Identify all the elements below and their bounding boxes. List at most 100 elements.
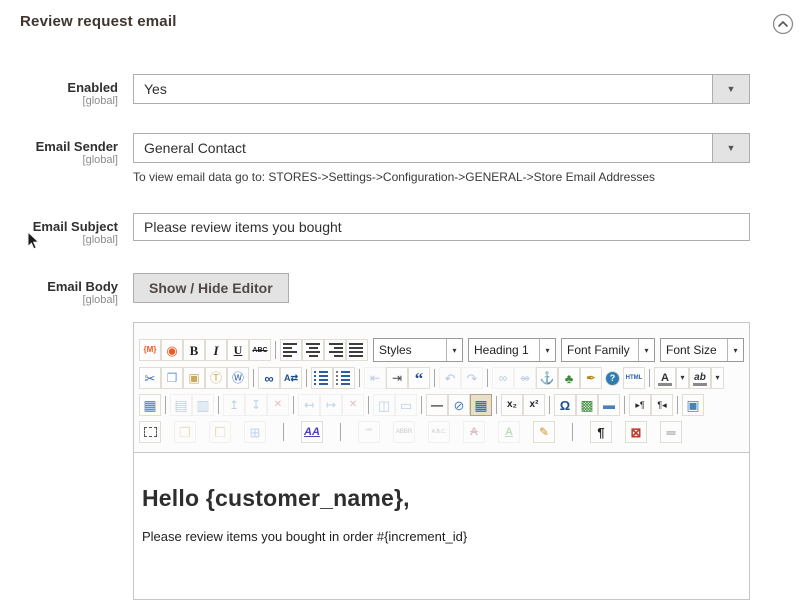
enabled-select[interactable]: Yes ▼: [133, 74, 750, 104]
background-color-button[interactable]: ab: [689, 367, 711, 389]
italic-button[interactable]: I: [205, 339, 227, 361]
toggle-blocks-button[interactable]: ▣: [682, 394, 704, 416]
toolbar-separator: [368, 396, 369, 414]
html-source-button[interactable]: HTML: [623, 367, 645, 389]
collapse-section-button[interactable]: [772, 13, 794, 35]
enabled-select-arrow-icon[interactable]: ▼: [712, 75, 749, 103]
table-cell-props-button: ▥: [192, 394, 214, 416]
toolbar-separator: [275, 341, 276, 359]
insert-image-button[interactable]: ♣: [558, 367, 580, 389]
heading-select-arrow-icon[interactable]: ▾: [539, 339, 555, 361]
numbered-list-button[interactable]: [333, 367, 355, 389]
styles-select[interactable]: Styles▾: [373, 338, 463, 362]
field-row-email-sender: Email Sender [global] General Contact ▼ …: [0, 133, 804, 184]
insert-row-before-button: ↥: [223, 394, 245, 416]
font-family-select[interactable]: Font Family▾: [561, 338, 655, 362]
nonbreaking-button[interactable]: ⊠: [625, 421, 647, 443]
background-color-arrow[interactable]: ▾: [711, 367, 724, 389]
merge-cells-button: ▭: [395, 394, 417, 416]
toolbar-separator: [165, 396, 166, 414]
page-break-button[interactable]: ═: [660, 421, 682, 443]
underline-button[interactable]: U: [227, 339, 249, 361]
advanced-hr-button[interactable]: ▬: [598, 394, 620, 416]
font-size-select-arrow-icon[interactable]: ▾: [727, 339, 743, 361]
section-header: Review request email: [0, 0, 804, 35]
email-body-label: Email Body: [0, 279, 118, 294]
move-forward-button: ❐: [174, 421, 196, 443]
wysiwyg-editor: {M}◉BIUABCStyles▾Heading 1▾Font Family▾F…: [133, 322, 750, 600]
email-sender-select[interactable]: General Contact ▼: [133, 133, 750, 163]
paste-word-button[interactable]: Ⓦ: [227, 367, 249, 389]
find-replace-button[interactable]: A⇄: [280, 367, 302, 389]
insert-col-after-button: ↦: [320, 394, 342, 416]
insert-layer-button[interactable]: [139, 421, 161, 443]
toolbar-row-4: ❐❐⊞AA“”ABBRA.B.C.AA✎¶⊠═: [139, 421, 744, 443]
toolbar-separator: [677, 396, 678, 414]
styles-select-arrow-icon[interactable]: ▾: [446, 339, 462, 361]
find-button[interactable]: ∞: [258, 367, 280, 389]
paste-text-button[interactable]: Ⓣ: [205, 367, 227, 389]
enabled-select-value: Yes: [134, 75, 712, 103]
toolbar-separator: [496, 396, 497, 414]
align-center-button[interactable]: [302, 339, 324, 361]
split-cells-button: ◫: [373, 394, 395, 416]
link-button: ∞: [492, 367, 514, 389]
insert-variable-button[interactable]: {M}: [139, 339, 161, 361]
field-row-enabled: Enabled [global] Yes ▼: [0, 74, 804, 108]
blockquote-button[interactable]: “: [408, 367, 430, 389]
align-justify-button[interactable]: [346, 339, 368, 361]
rtl-button[interactable]: ¶◂: [651, 394, 673, 416]
remove-format-button[interactable]: ⊘: [448, 394, 470, 416]
attributes-button[interactable]: ✎: [533, 421, 555, 443]
align-right-button[interactable]: [324, 339, 346, 361]
font-family-select-arrow-icon[interactable]: ▾: [638, 339, 654, 361]
absolute-position-button: ⊞: [244, 421, 266, 443]
horizontal-rule-button[interactable]: —: [426, 394, 448, 416]
strikethrough-button[interactable]: ABC: [249, 339, 271, 361]
citation-button: “”: [358, 421, 380, 443]
anchor-button[interactable]: ⚓: [536, 367, 558, 389]
align-left-button[interactable]: [280, 339, 302, 361]
toolbar-separator: [283, 423, 284, 441]
insert-table-button[interactable]: ▦: [139, 394, 161, 416]
toolbar-separator: [253, 369, 254, 387]
toolbar-separator: [572, 423, 573, 441]
toolbar-separator: [487, 369, 488, 387]
bold-button[interactable]: B: [183, 339, 205, 361]
toolbar-separator: [218, 396, 219, 414]
email-sender-select-arrow-icon[interactable]: ▼: [712, 134, 749, 162]
email-body-scope: [global]: [0, 294, 118, 307]
visual-aid-button[interactable]: ▦: [470, 394, 492, 416]
delete-row-button: ✕: [267, 394, 289, 416]
font-size-select[interactable]: Font Size▾: [660, 338, 744, 362]
enabled-label: Enabled: [0, 80, 118, 95]
cut-button[interactable]: ✂: [139, 367, 161, 389]
visual-chars-button[interactable]: ¶: [590, 421, 612, 443]
email-subject-label: Email Subject: [0, 219, 118, 234]
insert-row-after-button: ↧: [245, 394, 267, 416]
copy-button[interactable]: ❐: [161, 367, 183, 389]
paste-button[interactable]: ▣: [183, 367, 205, 389]
cleanup-button[interactable]: ✒: [580, 367, 602, 389]
insert-widget-button[interactable]: ◉: [161, 339, 183, 361]
show-hide-editor-button[interactable]: Show / Hide Editor: [133, 273, 289, 303]
bullet-list-button[interactable]: [311, 367, 333, 389]
heading-select[interactable]: Heading 1▾: [468, 338, 556, 362]
special-char-button[interactable]: Ω: [554, 394, 576, 416]
toolbar-separator: [293, 396, 294, 414]
help-button[interactable]: ?: [605, 371, 620, 386]
insert-media-button[interactable]: ▩: [576, 394, 598, 416]
toolbar-row-3: ▦▤▥↥↧✕↤↦✕◫▭—⊘▦x₂x²Ω▩▬▸¶¶◂▣: [139, 394, 744, 416]
email-sender-select-value: General Contact: [134, 134, 712, 162]
text-color-button[interactable]: A: [654, 367, 676, 389]
ltr-button[interactable]: ▸¶: [629, 394, 651, 416]
toolbar-separator: [624, 396, 625, 414]
subscript-button[interactable]: x₂: [501, 394, 523, 416]
editor-content-area[interactable]: Hello {customer_name}, Please review ite…: [134, 452, 749, 599]
style-props-button[interactable]: AA: [301, 421, 323, 443]
superscript-button[interactable]: x²: [523, 394, 545, 416]
text-color-arrow[interactable]: ▾: [676, 367, 689, 389]
indent-button[interactable]: ⇥: [386, 367, 408, 389]
email-subject-input[interactable]: [133, 213, 750, 241]
font-size-select-value: Font Size: [661, 339, 727, 361]
